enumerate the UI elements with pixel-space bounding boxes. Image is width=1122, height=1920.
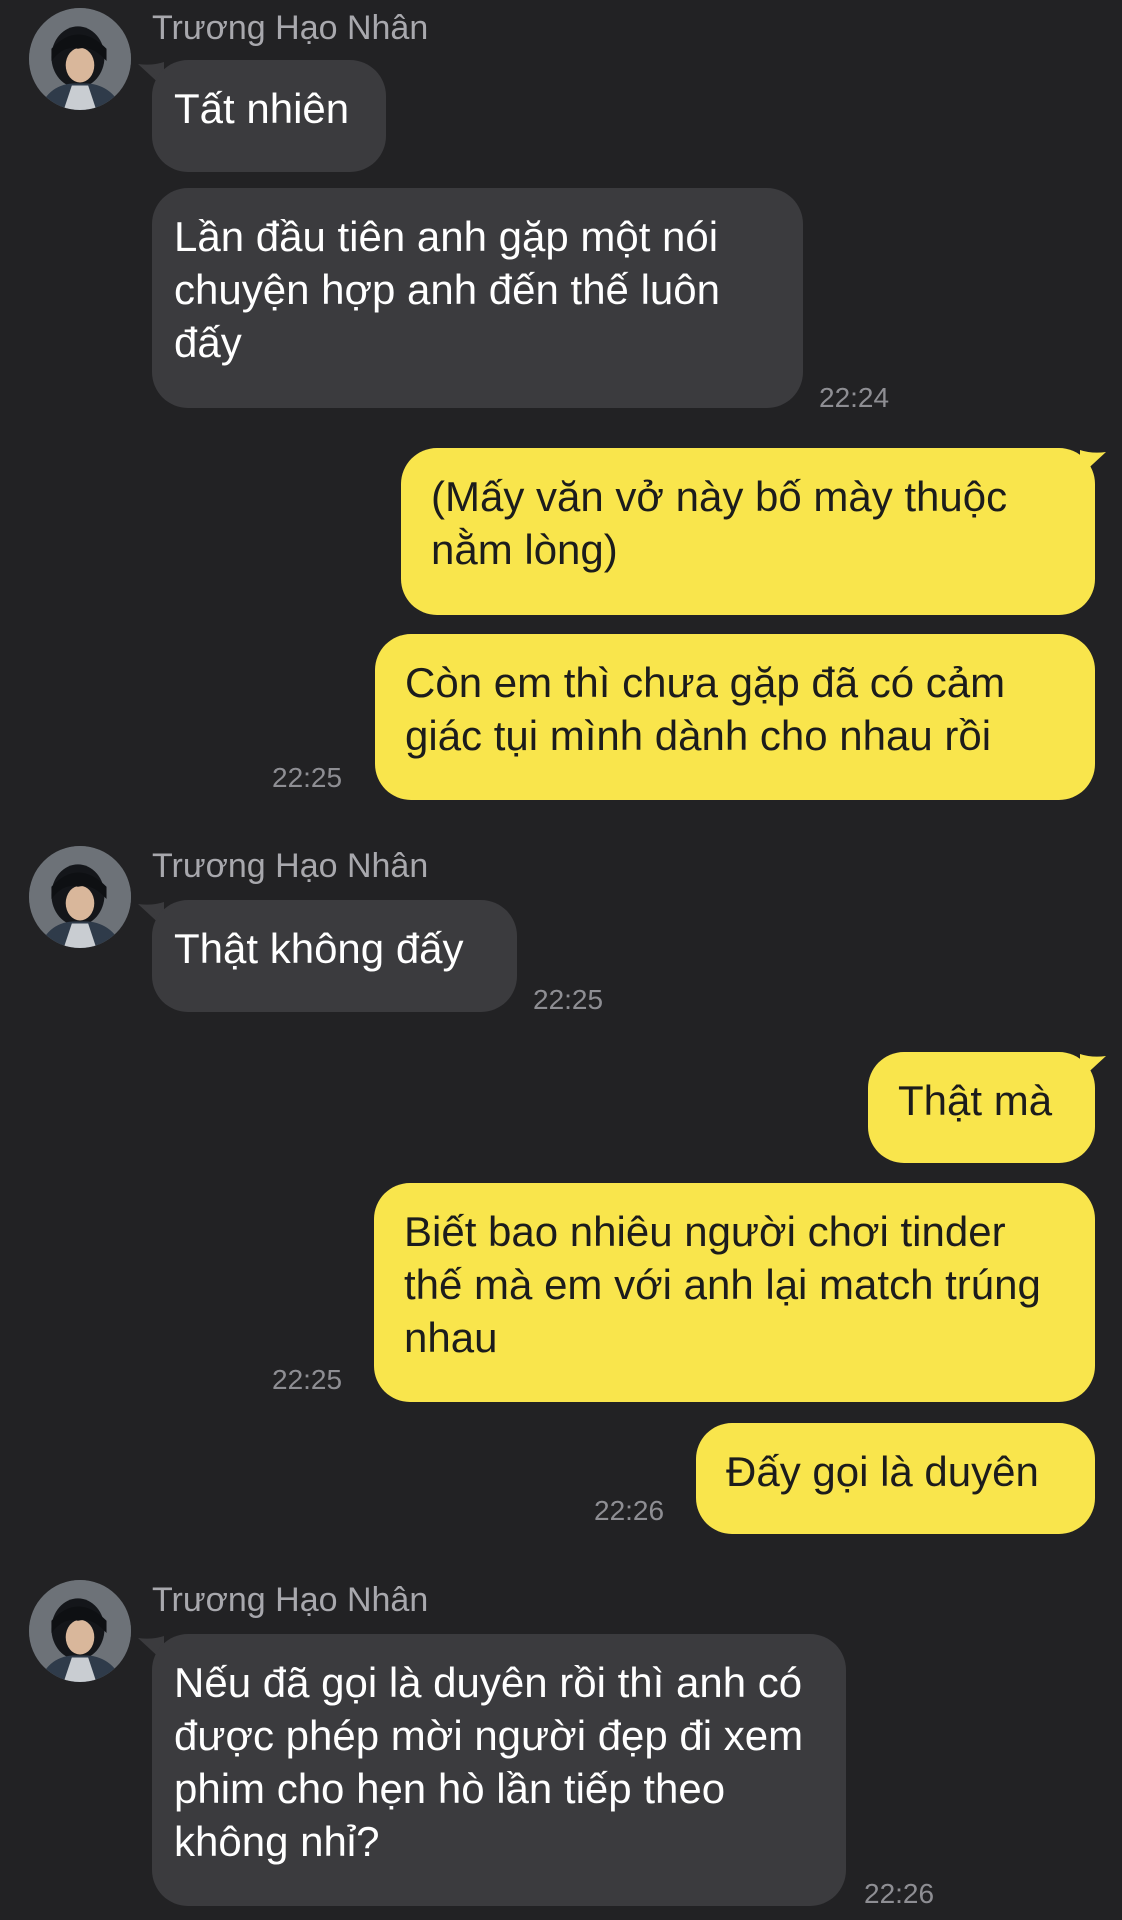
contact-avatar[interactable] xyxy=(29,1580,131,1682)
sender-name: Trương Hạo Nhân xyxy=(152,9,429,47)
profile-photo-icon xyxy=(29,1580,131,1682)
contact-avatar[interactable] xyxy=(29,846,131,948)
message-bubble-incoming[interactable]: Lần đầu tiên anh gặp một nói chuyện hợp … xyxy=(152,188,803,408)
message-bubble-incoming[interactable]: Thật không đấy xyxy=(152,900,517,1012)
contact-avatar[interactable] xyxy=(29,8,131,110)
message-timestamp: 22:26 xyxy=(594,1495,665,1526)
message-bubble-outgoing[interactable]: Biết bao nhiêu người chơi tinder thế mà … xyxy=(374,1183,1095,1402)
sender-name: Trương Hạo Nhân xyxy=(152,847,429,885)
message-timestamp: 22:25 xyxy=(272,1364,343,1395)
message-timestamp: 22:25 xyxy=(533,984,604,1015)
sender-name: Trương Hạo Nhân xyxy=(152,1581,429,1619)
profile-photo-icon xyxy=(29,846,131,948)
message-bubble-outgoing[interactable]: Còn em thì chưa gặp đã có cảm giác tụi m… xyxy=(375,634,1095,800)
message-timestamp: 22:24 xyxy=(819,382,890,413)
profile-photo-icon xyxy=(29,8,131,110)
message-timestamp: 22:25 xyxy=(272,762,343,793)
message-bubble-outgoing[interactable]: Đấy gọi là duyên xyxy=(696,1423,1095,1534)
message-bubble-incoming[interactable]: Nếu đã gọi là duyên rồi thì anh có được … xyxy=(152,1634,846,1906)
message-timestamp: 22:26 xyxy=(864,1878,935,1909)
message-bubble-outgoing[interactable]: Thật mà xyxy=(868,1052,1095,1163)
message-bubble-outgoing[interactable]: (Mấy văn vở này bố mày thuộc nằm lòng) xyxy=(401,448,1095,615)
message-bubble-incoming[interactable]: Tất nhiên xyxy=(152,60,386,172)
